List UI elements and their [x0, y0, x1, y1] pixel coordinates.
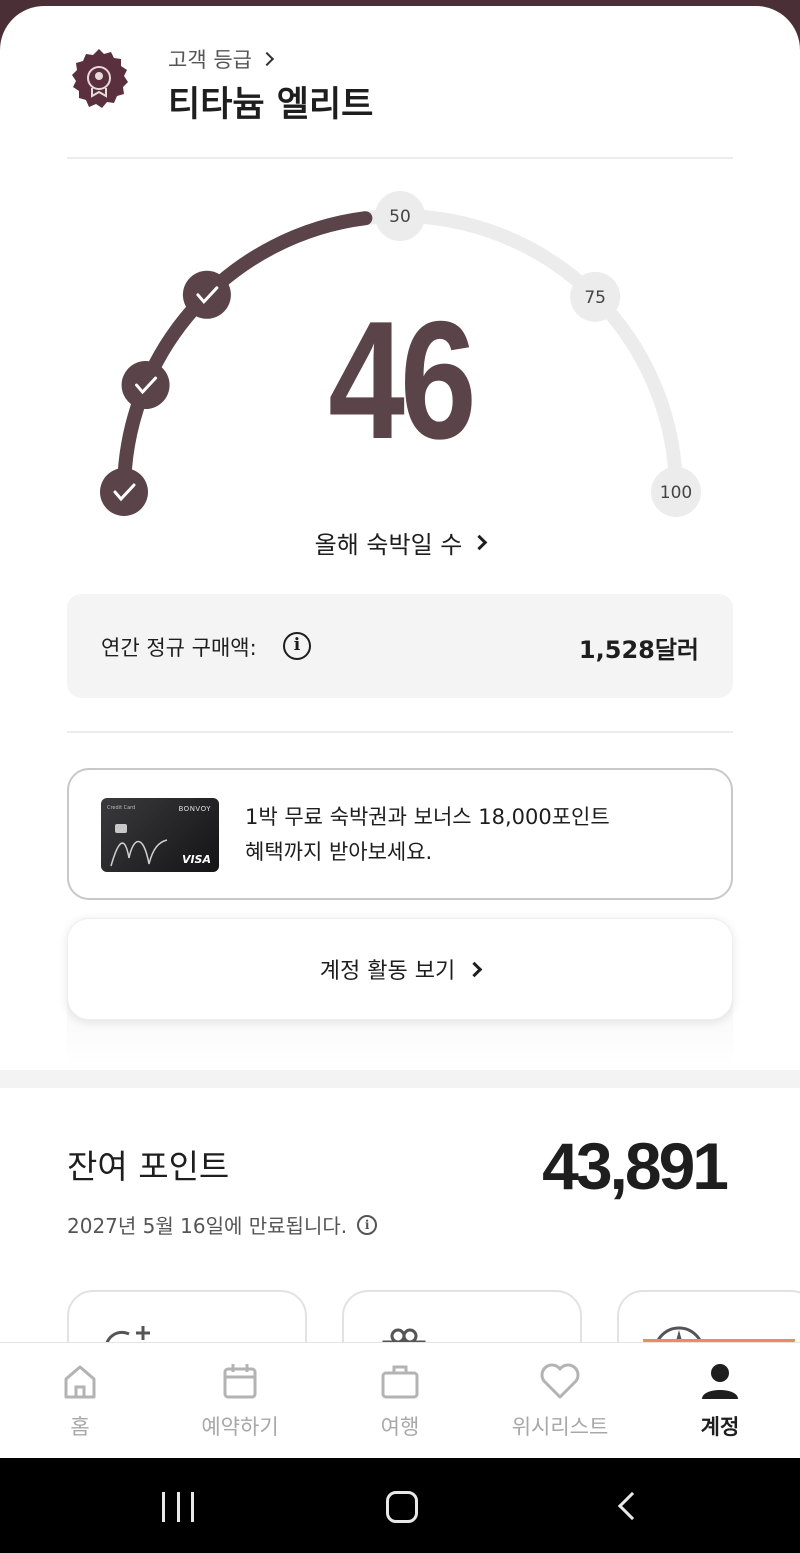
nav-home[interactable]: 홈: [0, 1361, 160, 1441]
nav-label: 위시리스트: [511, 1415, 609, 1439]
nav-account[interactable]: 계정: [640, 1361, 800, 1441]
nights-link[interactable]: 올해 숙박일 수: [0, 525, 800, 560]
expiry-text: 2027년 5월 16일에 만료됩니다.: [67, 1214, 348, 1238]
milestone-marker: 50: [375, 191, 425, 241]
card-promo-banner[interactable]: Credit Card BONVOY VISA 1박 무료 숙박권과 보너스 1…: [67, 768, 733, 900]
card-issuer-text: Credit Card: [107, 805, 136, 811]
home-icon: [64, 1365, 96, 1399]
nav-book[interactable]: 예약하기: [160, 1361, 320, 1441]
calendar-icon: [223, 1364, 257, 1399]
tier-link[interactable]: 고객 등급: [168, 44, 275, 74]
tier-badge-icon: [72, 49, 128, 108]
milestone-marker: 100: [651, 467, 701, 517]
section-gap: [0, 1070, 800, 1088]
tier-name: 티타늄 엘리트: [168, 85, 374, 125]
chevron-right-icon: [466, 961, 483, 977]
milestone-check-icon: [100, 468, 148, 516]
promo-text: 1박 무료 숙박권과 보너스 18,000포인트 혜택까지 받아보세요.: [245, 800, 610, 870]
chevron-right-icon: [472, 534, 488, 551]
points-title: 잔여 포인트: [67, 1147, 230, 1186]
chevron-right-icon: [259, 51, 275, 67]
bottom-navigation: 홈 예약하기 여행 위시리스트 계정: [0, 1342, 800, 1458]
nav-label: 여행: [380, 1415, 420, 1439]
points-value: 43,891: [542, 1129, 729, 1203]
home-button-icon[interactable]: [386, 1491, 418, 1523]
divider: [67, 157, 733, 159]
spend-label: 연간 정규 구매액:: [101, 636, 257, 660]
card-network: VISA: [181, 853, 211, 866]
nights-label: 올해 숙박일 수: [314, 531, 463, 559]
nav-label: 홈: [70, 1415, 90, 1439]
nav-label: 계정: [700, 1415, 740, 1439]
heart-icon: [540, 1363, 580, 1399]
system-navigation-bar: [0, 1458, 800, 1553]
promo-line-2: 혜택까지 받아보세요.: [245, 840, 433, 864]
view-activity-button[interactable]: 계정 활동 보기: [67, 918, 733, 1020]
nav-label: 예약하기: [201, 1415, 279, 1439]
nights-count: 46: [328, 286, 476, 474]
promo-line-1: 1박 무료 숙박권과 보너스 18,000포인트: [245, 805, 610, 829]
activity-label: 계정 활동 보기: [319, 959, 456, 984]
credit-card-image: Credit Card BONVOY VISA: [101, 798, 219, 872]
milestone-label: 100: [660, 483, 692, 503]
tier-label: 고객 등급: [168, 48, 252, 72]
milestone-label: 50: [389, 207, 411, 227]
annual-spend-box: 연간 정규 구매액: i 1,528달러: [67, 594, 733, 698]
recent-apps-icon[interactable]: [162, 1492, 194, 1522]
points-expiry: 2027년 5월 16일에 만료됩니다. i: [67, 1210, 378, 1239]
spend-value: 1,528달러: [578, 636, 699, 664]
nav-wishlist[interactable]: 위시리스트: [480, 1361, 640, 1441]
card-swoosh-icon: [110, 839, 168, 867]
info-icon[interactable]: i: [357, 1214, 378, 1235]
info-icon[interactable]: i: [283, 632, 311, 660]
nav-trips[interactable]: 여행: [320, 1361, 480, 1441]
divider: [67, 731, 733, 733]
person-icon: [702, 1364, 738, 1399]
card-brand: BONVOY: [178, 805, 211, 813]
suitcase-icon: [381, 1365, 419, 1399]
back-icon[interactable]: [617, 1491, 647, 1521]
